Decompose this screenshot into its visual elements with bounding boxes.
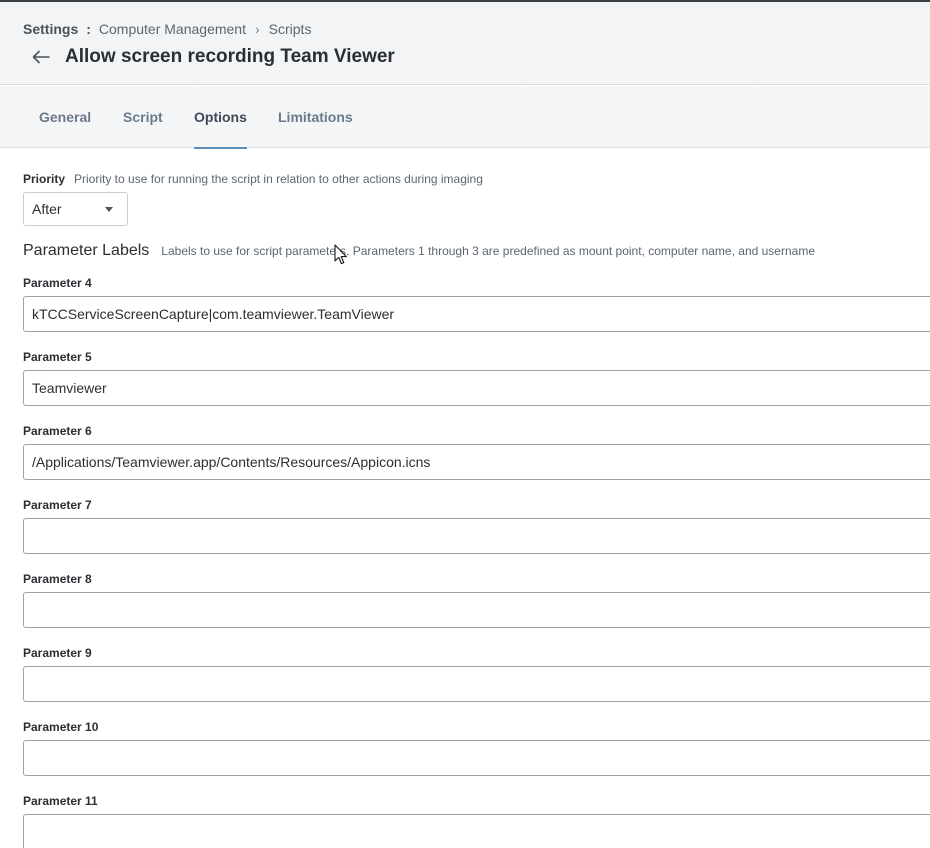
parameter-8-field: Parameter 8 — [23, 572, 930, 628]
title-row: Allow screen recording Team Viewer — [30, 46, 395, 68]
page-title: Allow screen recording Team Viewer — [65, 46, 395, 67]
arrow-left-icon — [32, 50, 50, 64]
parameter-labels-heading: Parameter Labels Labels to use for scrip… — [23, 242, 815, 260]
options-panel: Priority Priority to use for running the… — [0, 149, 930, 848]
priority-select-value: After — [32, 201, 62, 217]
parameter-7-field: Parameter 7 — [23, 498, 930, 554]
back-button[interactable] — [30, 46, 52, 68]
parameter-11-field: Parameter 11 — [23, 794, 930, 848]
parameter-8-input[interactable] — [23, 592, 930, 628]
parameter-4-input[interactable] — [23, 296, 930, 332]
parameter-10-field: Parameter 10 — [23, 720, 930, 776]
tab-bar: General Script Options Limitations — [0, 86, 930, 149]
parameter-9-input[interactable] — [23, 666, 930, 702]
tab-script[interactable]: Script — [123, 86, 163, 148]
breadcrumb: Settings : Computer Management › Scripts — [23, 21, 311, 37]
priority-label: Priority — [23, 172, 66, 186]
priority-description: Priority to use for running the script i… — [74, 172, 483, 186]
parameter-4-label: Parameter 4 — [23, 276, 92, 290]
breadcrumb-scripts[interactable]: Scripts — [269, 21, 312, 37]
caret-down-icon — [105, 207, 113, 212]
tab-options[interactable]: Options — [194, 86, 247, 149]
page-header: Settings : Computer Management › Scripts… — [0, 2, 930, 85]
parameter-6-label: Parameter 6 — [23, 424, 92, 438]
parameter-7-input[interactable] — [23, 518, 930, 554]
breadcrumb-separator: : — [86, 21, 91, 37]
parameter-11-input[interactable] — [23, 814, 930, 848]
parameter-10-input[interactable] — [23, 740, 930, 776]
breadcrumb-settings[interactable]: Settings — [23, 21, 78, 37]
parameter-5-label: Parameter 5 — [23, 350, 92, 364]
parameter-labels-title: Parameter Labels — [23, 242, 150, 259]
parameter-10-label: Parameter 10 — [23, 720, 99, 734]
tab-general[interactable]: General — [39, 86, 91, 148]
parameter-6-field: Parameter 6 — [23, 424, 930, 480]
parameter-7-label: Parameter 7 — [23, 498, 92, 512]
parameter-4-field: Parameter 4 — [23, 276, 930, 332]
tab-limitations[interactable]: Limitations — [278, 86, 353, 148]
parameter-11-label: Parameter 11 — [23, 794, 98, 808]
breadcrumb-computer-management[interactable]: Computer Management — [99, 21, 246, 37]
parameter-6-input[interactable] — [23, 444, 930, 480]
parameter-9-label: Parameter 9 — [23, 646, 92, 660]
priority-label-row: Priority Priority to use for running the… — [23, 172, 483, 186]
parameter-5-input[interactable] — [23, 370, 930, 406]
parameter-9-field: Parameter 9 — [23, 646, 930, 702]
parameter-8-label: Parameter 8 — [23, 572, 92, 586]
priority-select[interactable]: After — [23, 192, 128, 226]
parameter-labels-description: Labels to use for script parameters. Par… — [161, 244, 815, 258]
parameter-5-field: Parameter 5 — [23, 350, 930, 406]
chevron-right-icon: › — [254, 21, 260, 37]
